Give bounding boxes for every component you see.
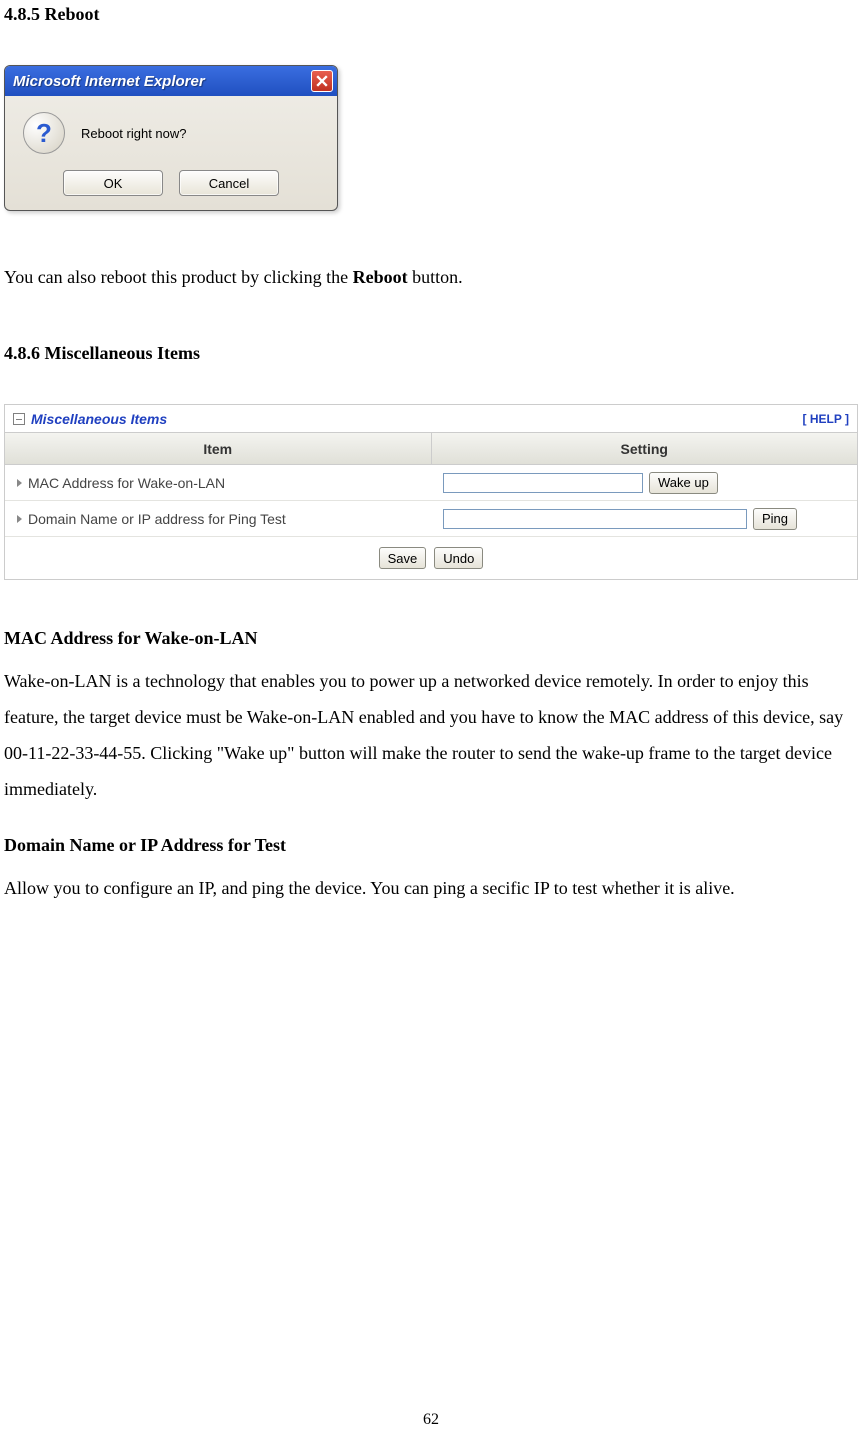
dialog-body: ? Reboot right now?: [5, 96, 337, 164]
col-item: Item: [5, 433, 432, 464]
misc-header-row: Item Setting: [5, 433, 857, 465]
save-button[interactable]: Save: [379, 547, 427, 569]
wake-up-button[interactable]: Wake up: [649, 472, 718, 494]
ok-button[interactable]: OK: [63, 170, 163, 196]
col-setting: Setting: [432, 433, 858, 464]
row-mac-setting: Wake up: [431, 465, 857, 500]
misc-title: Miscellaneous Items: [13, 411, 167, 427]
triangle-icon: [17, 479, 22, 487]
reboot-text-pre: You can also reboot this product by clic…: [4, 267, 353, 287]
reboot-dialog: Microsoft Internet Explorer ? Reboot rig…: [4, 65, 338, 211]
collapse-icon[interactable]: [13, 413, 25, 425]
misc-titlebar: Miscellaneous Items [ HELP ]: [5, 405, 857, 433]
question-icon: ?: [23, 112, 65, 154]
row-mac: MAC Address for Wake-on-LAN Wake up: [5, 465, 857, 501]
misc-footer: Save Undo: [5, 537, 857, 579]
dialog-message: Reboot right now?: [81, 126, 187, 141]
reboot-text-bold: Reboot: [353, 267, 408, 287]
triangle-icon: [17, 515, 22, 523]
heading-misc: 4.8.6 Miscellaneous Items: [4, 343, 858, 364]
reboot-text-post: button.: [408, 267, 463, 287]
domain-paragraph: Allow you to configure an IP, and ping t…: [4, 870, 858, 906]
mac-subheading: MAC Address for Wake-on-LAN: [4, 628, 858, 649]
misc-panel: Miscellaneous Items [ HELP ] Item Settin…: [4, 404, 858, 580]
dialog-titlebar: Microsoft Internet Explorer: [5, 66, 337, 96]
dialog-title: Microsoft Internet Explorer: [13, 73, 205, 90]
row-mac-text: MAC Address for Wake-on-LAN: [28, 475, 225, 491]
row-ping: Domain Name or IP address for Ping Test …: [5, 501, 857, 537]
close-icon[interactable]: [311, 70, 333, 92]
row-mac-label: MAC Address for Wake-on-LAN: [5, 465, 431, 500]
page-number: 62: [0, 1411, 862, 1429]
ping-input[interactable]: [443, 509, 747, 529]
domain-subheading: Domain Name or IP Address for Test: [4, 835, 858, 856]
reboot-paragraph: You can also reboot this product by clic…: [4, 259, 858, 295]
row-ping-text: Domain Name or IP address for Ping Test: [28, 511, 286, 527]
row-ping-setting: Ping: [431, 501, 857, 536]
ping-button[interactable]: Ping: [753, 508, 797, 530]
misc-title-text: Miscellaneous Items: [31, 411, 167, 427]
row-ping-label: Domain Name or IP address for Ping Test: [5, 501, 431, 536]
mac-paragraph: Wake-on-LAN is a technology that enables…: [4, 663, 858, 807]
mac-input[interactable]: [443, 473, 643, 493]
undo-button[interactable]: Undo: [434, 547, 483, 569]
cancel-button[interactable]: Cancel: [179, 170, 279, 196]
help-link[interactable]: [ HELP ]: [803, 412, 849, 426]
dialog-button-row: OK Cancel: [5, 164, 337, 210]
heading-reboot: 4.8.5 Reboot: [4, 4, 858, 25]
